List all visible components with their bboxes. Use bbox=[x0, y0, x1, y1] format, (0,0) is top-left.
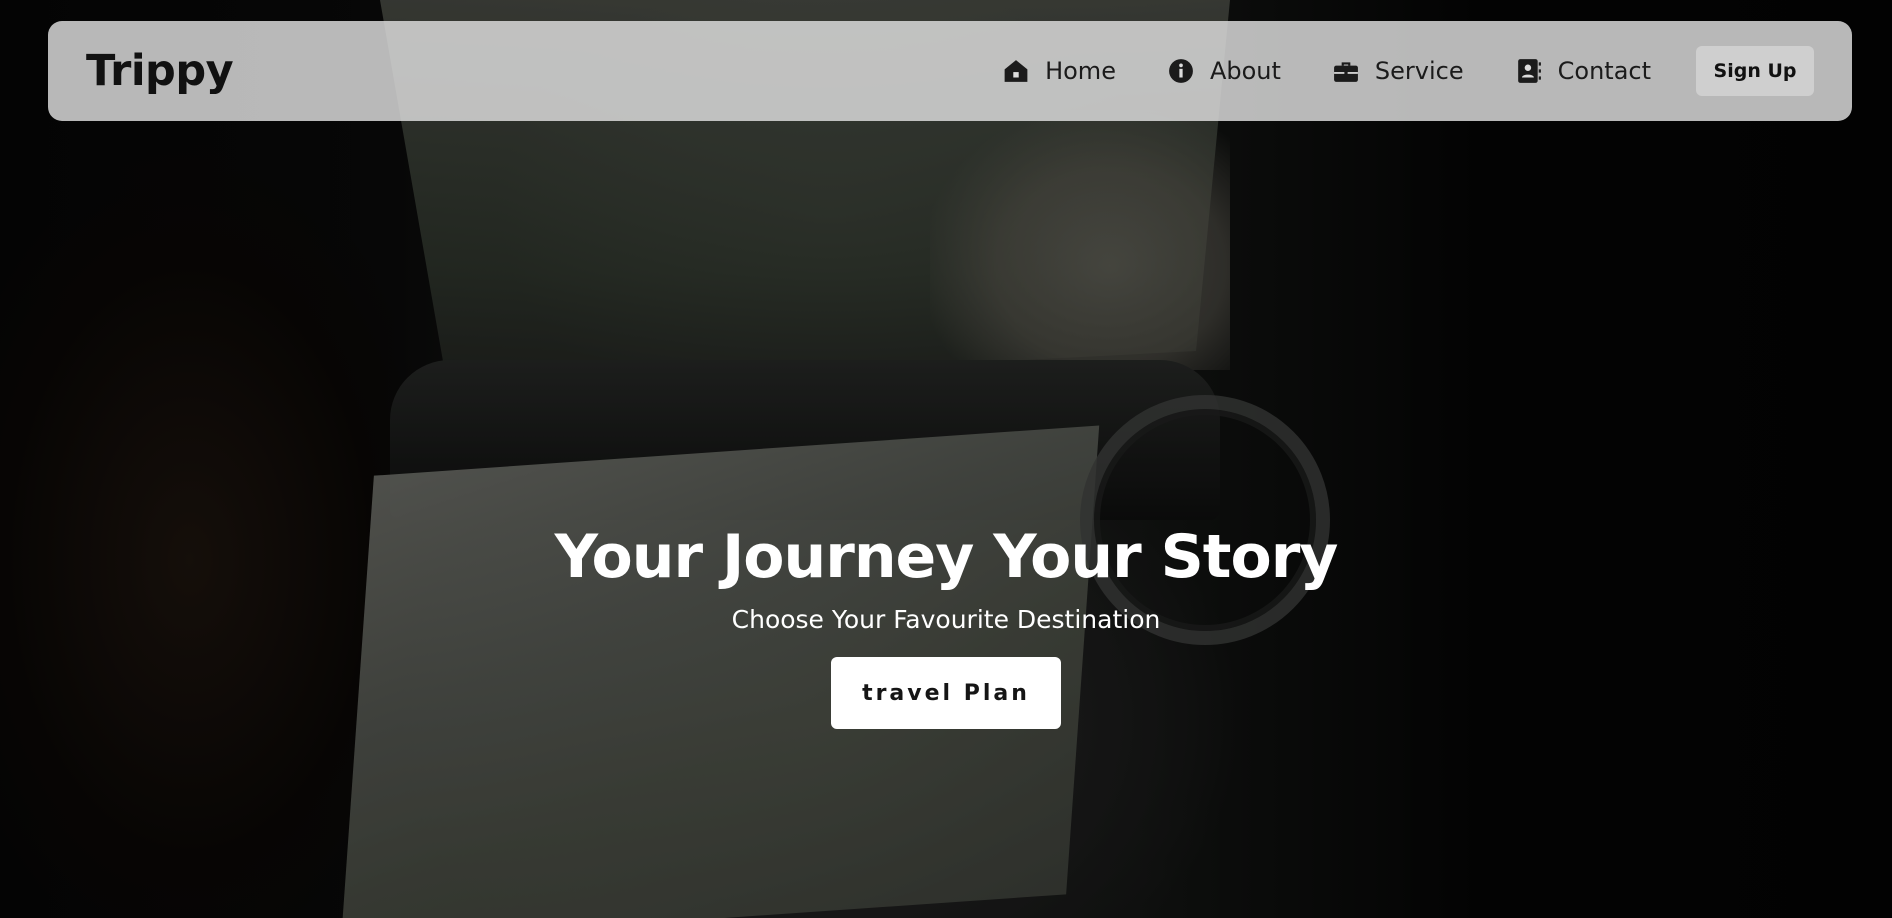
navbar: Trippy Home About Service Contact Sign U… bbox=[48, 21, 1852, 121]
nav-item-label: Contact bbox=[1557, 57, 1651, 85]
home-icon bbox=[1004, 60, 1028, 82]
nav-item-about[interactable]: About bbox=[1168, 57, 1281, 85]
sign-up-button[interactable]: Sign Up bbox=[1696, 46, 1814, 96]
briefcase-icon bbox=[1334, 62, 1358, 82]
nav-item-contact[interactable]: Contact bbox=[1516, 57, 1651, 85]
hero-overlay bbox=[0, 0, 1892, 918]
contact-book-icon bbox=[1517, 59, 1541, 83]
nav-item-service[interactable]: Service bbox=[1333, 57, 1464, 85]
main-nav: Home About Service Contact Sign Up bbox=[951, 46, 1814, 96]
nav-item-label: Service bbox=[1374, 57, 1464, 85]
nav-item-home[interactable]: Home bbox=[1003, 57, 1116, 85]
hero-content: Your Journey Your Story Choose Your Favo… bbox=[0, 520, 1892, 729]
hero-title: Your Journey Your Story bbox=[554, 522, 1339, 592]
nav-item-label: About bbox=[1209, 57, 1281, 85]
nav-item-label: Home bbox=[1045, 57, 1116, 85]
travel-plan-button[interactable]: travel Plan bbox=[831, 657, 1061, 729]
brand-logo[interactable]: Trippy bbox=[86, 46, 234, 96]
hero-subtitle: Choose Your Favourite Destination bbox=[731, 605, 1161, 634]
info-icon bbox=[1169, 59, 1193, 83]
hero-background-image bbox=[0, 0, 1892, 918]
